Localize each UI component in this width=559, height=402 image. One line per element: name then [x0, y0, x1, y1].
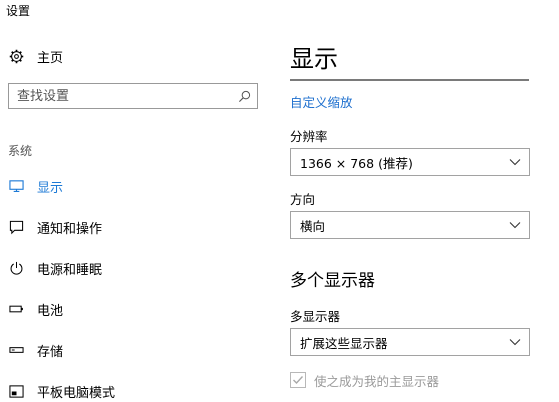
battery-icon — [8, 301, 24, 317]
chevron-down-icon — [509, 336, 521, 348]
chevron-down-icon — [509, 219, 521, 231]
sidebar-item-label: 电源和睡眠 — [37, 262, 103, 278]
notification-icon — [8, 219, 24, 235]
sidebar-item-power-sleep[interactable]: 电源和睡眠 — [8, 257, 263, 279]
main-display-checkbox-label: 使之成为我的主显示器 — [314, 373, 440, 389]
multiple-displays-dropdown[interactable]: 扩展这些显示器 — [290, 328, 530, 356]
main-display-checkbox[interactable] — [290, 372, 306, 388]
sidebar-item-battery[interactable]: 电池 — [8, 298, 263, 320]
sidebar-home-label: 主页 — [37, 50, 64, 66]
tablet-mode-icon — [8, 383, 24, 399]
search-input[interactable] — [17, 88, 217, 104]
resolution-label: 分辨率 — [290, 129, 328, 144]
sidebar-item-label: 显示 — [37, 180, 64, 196]
sidebar-item-label: 电池 — [37, 303, 64, 319]
multiple-displays-value: 扩展这些显示器 — [300, 335, 388, 351]
sidebar-item-label: 通知和操作 — [37, 221, 103, 237]
section-label-system: 系统 — [8, 144, 33, 158]
sidebar-item-label: 存储 — [37, 344, 64, 360]
multiple-displays-heading: 多个显示器 — [290, 271, 375, 291]
sidebar-item-storage[interactable]: 存储 — [8, 339, 263, 361]
page-title: 显示 — [290, 45, 338, 73]
window-title: 设置 — [6, 4, 31, 18]
checkmark-icon — [293, 376, 304, 385]
sidebar-item-display[interactable]: 显示 — [8, 175, 263, 197]
sidebar-item-tablet-mode[interactable]: 平板电脑模式 — [8, 380, 263, 402]
power-icon — [8, 260, 24, 276]
orientation-label: 方向 — [290, 192, 316, 207]
multiple-displays-label: 多显示器 — [290, 309, 341, 324]
orientation-value: 横向 — [300, 218, 326, 234]
content-divider — [290, 79, 529, 81]
sidebar-item-notifications[interactable]: 通知和操作 — [8, 216, 263, 238]
search-icon[interactable] — [237, 89, 251, 103]
resolution-value: 1366 × 768 (推荐) — [300, 155, 413, 171]
orientation-dropdown[interactable]: 横向 — [290, 211, 530, 239]
storage-icon — [8, 342, 24, 358]
search-box[interactable] — [8, 83, 258, 109]
monitor-icon — [8, 178, 24, 194]
chevron-down-icon — [509, 156, 521, 168]
gear-icon — [8, 48, 24, 64]
sidebar-item-label: 平板电脑模式 — [37, 385, 116, 401]
sidebar-home[interactable]: 主页 — [8, 46, 63, 66]
custom-scaling-link[interactable]: 自定义缩放 — [290, 92, 353, 111]
main-display-checkbox-row[interactable]: 使之成为我的主显示器 — [290, 371, 439, 389]
resolution-dropdown[interactable]: 1366 × 768 (推荐) — [290, 148, 530, 176]
